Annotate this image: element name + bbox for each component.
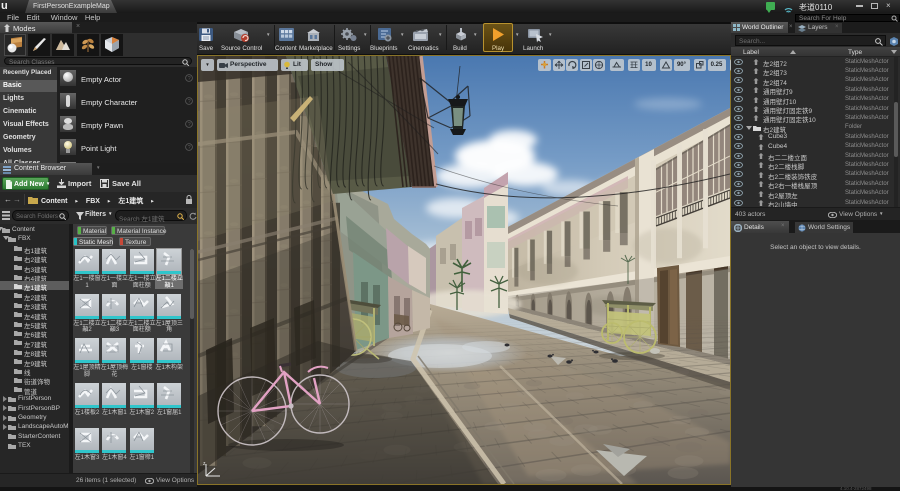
svg-text:?: ? bbox=[188, 99, 191, 105]
svg-text:?: ? bbox=[188, 145, 191, 151]
svg-text:?: ? bbox=[188, 76, 191, 82]
svg-text:?: ? bbox=[188, 122, 191, 128]
